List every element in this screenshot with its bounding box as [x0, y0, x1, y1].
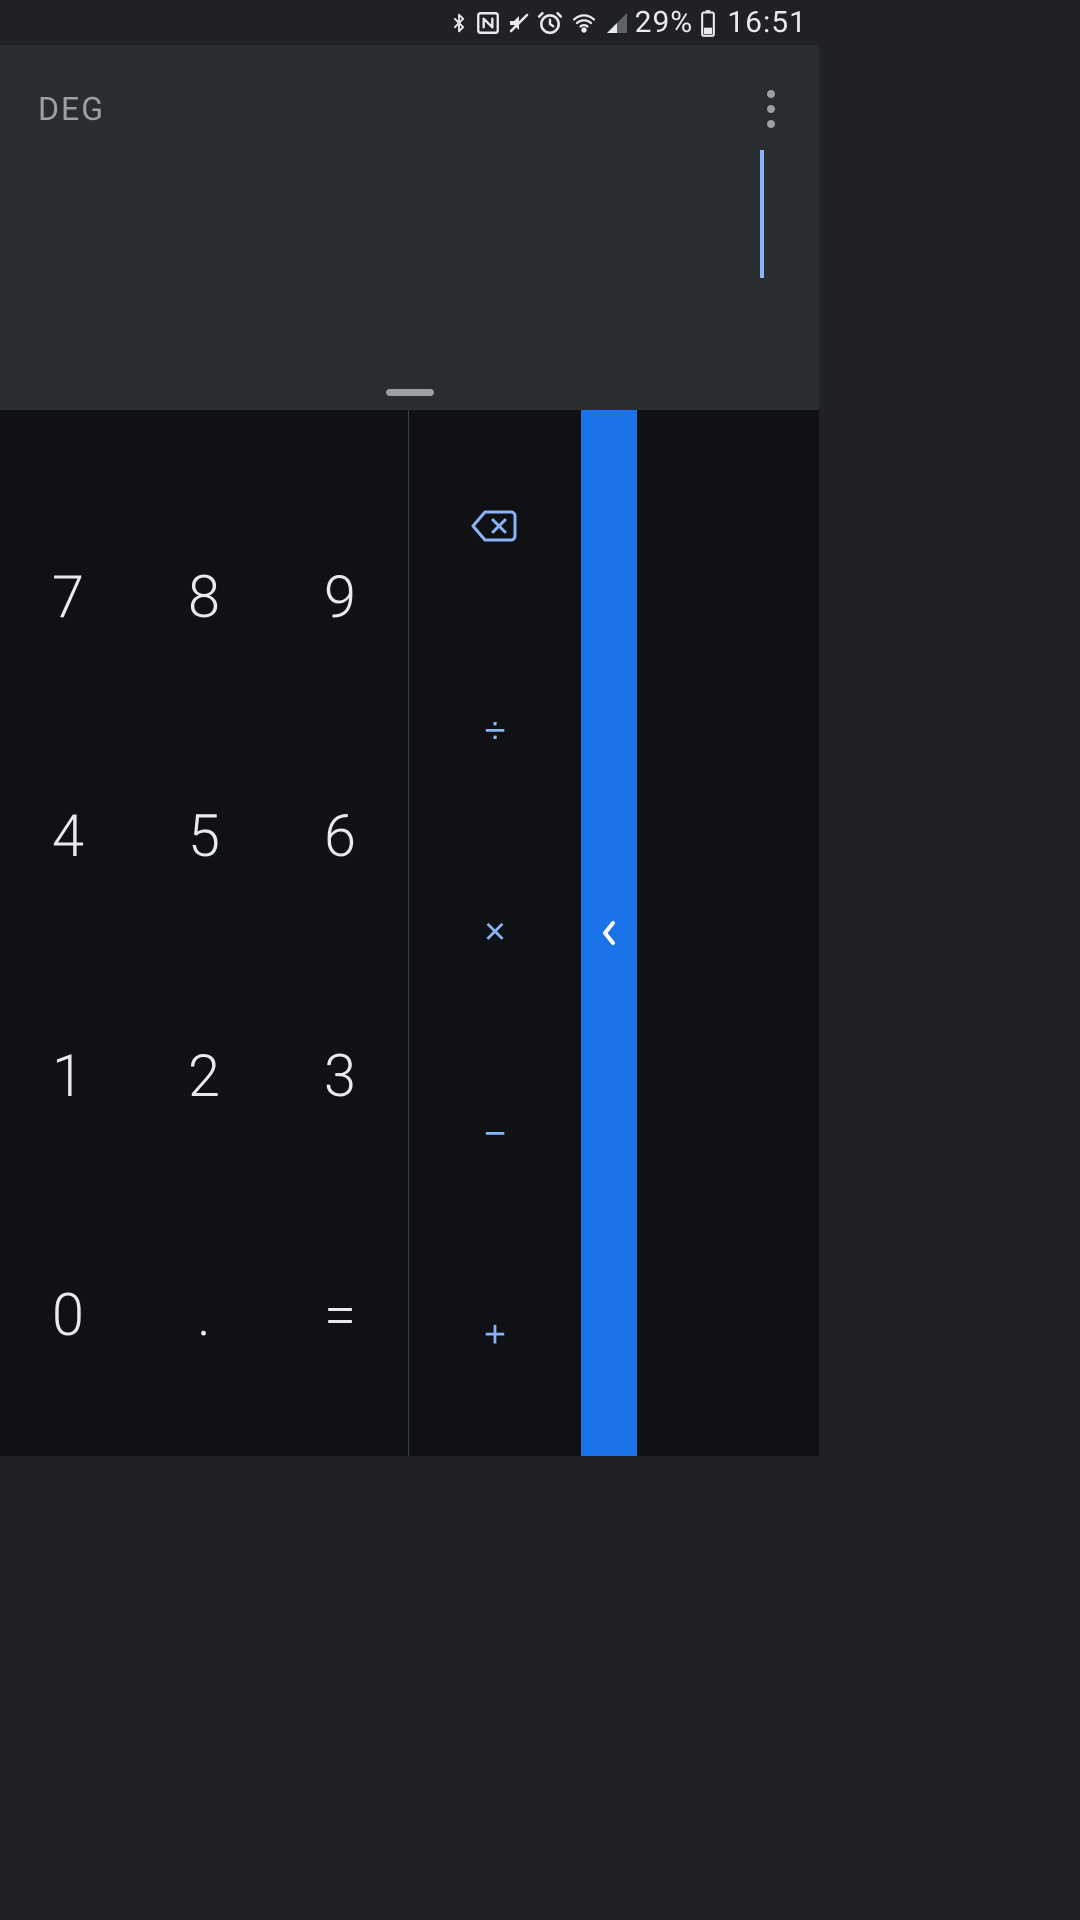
battery-icon [699, 9, 717, 37]
digit-8[interactable]: 8 [136, 478, 272, 718]
keypad: 7 8 9 4 5 6 1 2 3 0 . = ÷ × [0, 410, 819, 1456]
backspace-icon [471, 508, 519, 554]
digit-5[interactable]: 5 [136, 717, 272, 957]
digit-3[interactable]: 3 [272, 957, 408, 1197]
advanced-panel-toggle[interactable] [581, 410, 637, 1456]
chevron-left-icon [599, 917, 619, 949]
digit-2[interactable]: 2 [136, 957, 272, 1197]
equals-button[interactable]: = [272, 1196, 408, 1436]
display-area: DEG [0, 45, 819, 410]
status-time: 16:51 [727, 5, 807, 40]
delete-button[interactable] [409, 430, 581, 631]
divide-button[interactable]: ÷ [409, 631, 581, 832]
operator-column: ÷ × − + [408, 410, 581, 1456]
overflow-menu-button[interactable] [747, 85, 795, 133]
numpad: 7 8 9 4 5 6 1 2 3 0 . = [0, 410, 408, 1456]
input-cursor [760, 150, 764, 278]
digit-1[interactable]: 1 [0, 957, 136, 1197]
nfc-icon [475, 10, 501, 36]
decimal-point[interactable]: . [136, 1196, 272, 1436]
plus-button[interactable]: + [409, 1235, 581, 1436]
signal-icon [605, 11, 629, 35]
bluetooth-icon [449, 8, 469, 38]
digit-7[interactable]: 7 [0, 478, 136, 718]
history-drag-handle[interactable] [386, 389, 434, 396]
angle-mode-toggle[interactable]: DEG [38, 90, 105, 128]
mute-icon [507, 11, 531, 35]
digit-9[interactable]: 9 [272, 478, 408, 718]
calculator-app-screen: 29% 16:51 DEG 7 8 9 4 5 6 1 2 3 0 . [0, 0, 819, 1456]
digit-4[interactable]: 4 [0, 717, 136, 957]
digit-6[interactable]: 6 [272, 717, 408, 957]
more-vert-icon [767, 90, 775, 98]
alarm-icon [537, 10, 563, 36]
status-bar: 29% 16:51 [0, 0, 819, 45]
wifi-icon [569, 11, 599, 35]
battery-percent: 29% [635, 5, 694, 40]
minus-button[interactable]: − [409, 1034, 581, 1235]
multiply-button[interactable]: × [409, 832, 581, 1033]
digit-0[interactable]: 0 [0, 1196, 136, 1436]
